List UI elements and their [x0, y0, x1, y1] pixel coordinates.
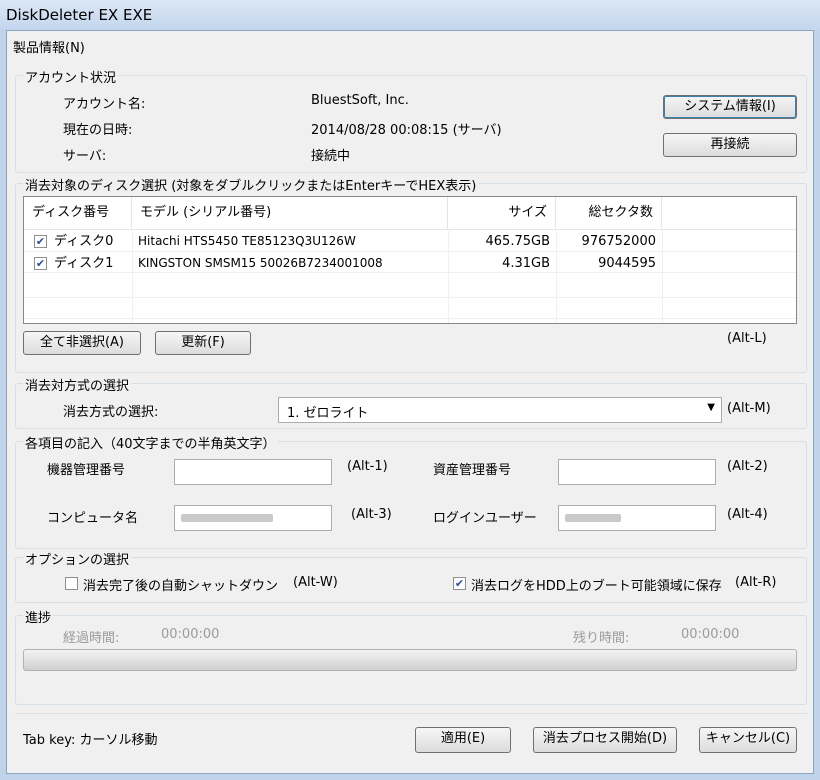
asset-no-field[interactable]	[558, 459, 716, 485]
login-user-field[interactable]	[558, 505, 716, 531]
sectors-cell: 976752000	[581, 234, 656, 249]
device-no-field[interactable]	[174, 459, 332, 485]
disk-list-shortcut: (Alt-L)	[727, 331, 767, 346]
auto-shutdown-label[interactable]: 消去完了後の自動シャットダウン	[83, 575, 278, 594]
size-cell: 4.31GB	[502, 256, 550, 271]
save-log-label[interactable]: 消去ログをHDD上のブート可能領域に保存	[471, 575, 722, 594]
cancel-button[interactable]: キャンセル(C)	[699, 727, 797, 753]
computer-name-shortcut: (Alt-3)	[351, 507, 392, 522]
progress-bar	[23, 649, 797, 671]
checkmark-icon: ✔	[35, 257, 46, 270]
items-legend: 各項目の記入（40文字までの半角英文字）	[23, 433, 278, 452]
save-log-checkbox[interactable]: ✔	[453, 577, 466, 590]
computer-name-field[interactable]	[174, 505, 332, 531]
footer-divider	[15, 713, 807, 714]
start-erase-button[interactable]: 消去プロセス開始(D)	[533, 727, 677, 753]
column-size[interactable]: サイズ	[448, 197, 556, 229]
account-legend: アカウント状況	[23, 67, 119, 86]
device-no-label: 機器管理番号	[47, 463, 126, 478]
deselect-all-button[interactable]: 全て非選択(A)	[23, 331, 141, 355]
model-cell: Hitachi HTS5450 TE85123Q3U126W	[138, 234, 356, 248]
method-selected-value: 1. ゼロライト	[287, 406, 369, 421]
main-window: 製品情報(N) アカウント状況 アカウント名: BluestSoft, Inc.…	[6, 30, 814, 774]
disk-row[interactable]: ✔ ディスク0 Hitachi HTS5450 TE85123Q3U126W 4…	[24, 231, 796, 252]
device-no-shortcut: (Alt-1)	[347, 459, 388, 474]
redacted-value	[565, 514, 621, 522]
login-user-shortcut: (Alt-4)	[727, 507, 768, 522]
window-title: DiskDeleter EX EXE	[6, 6, 153, 24]
save-log-shortcut: (Alt-R)	[735, 575, 777, 590]
disk-list[interactable]: ディスク番号 モデル (シリアル番号) サイズ 総セクタ数 ✔ ディスク0 Hi…	[23, 196, 797, 324]
method-label: 消去方式の選択:	[63, 405, 159, 420]
disk-1-checkbox[interactable]: ✔	[34, 257, 47, 270]
method-legend: 消去対方式の選択	[23, 375, 132, 394]
triangle-down-icon: ▼	[707, 402, 715, 413]
elapsed-value: 00:00:00	[161, 627, 220, 642]
disk-row[interactable]: ✔ ディスク1 KINGSTON SMSM15 50026B7234001008…	[24, 253, 796, 274]
login-user-label: ログインユーザー	[433, 511, 537, 526]
tab-key-hint: Tab key: カーソル移動	[23, 733, 158, 748]
auto-shutdown-checkbox[interactable]	[65, 577, 78, 590]
sectors-cell: 9044595	[598, 256, 656, 271]
progress-legend: 進捗	[23, 607, 54, 626]
reconnect-button[interactable]: 再接続	[663, 133, 797, 157]
account-name-value: BluestSoft, Inc.	[311, 93, 409, 108]
disk-select-legend: 消去対象のディスク選択 (対象をダブルクリックまたはEnterキーでHEX表示)	[23, 175, 479, 194]
disk-number-cell: ディスク1	[54, 256, 114, 271]
remaining-value: 00:00:00	[681, 627, 740, 642]
checkmark-icon: ✔	[454, 577, 465, 590]
computer-name-label: コンピュータ名	[47, 511, 139, 526]
method-shortcut: (Alt-M)	[727, 401, 771, 416]
server-label: サーバ:	[63, 149, 107, 164]
datetime-value: 2014/08/28 00:08:15 (サーバ)	[311, 123, 502, 138]
remaining-label: 残り時間:	[573, 631, 630, 646]
account-name-label: アカウント名:	[63, 97, 146, 112]
apply-button[interactable]: 適用(E)	[415, 727, 511, 753]
column-disk-number[interactable]: ディスク番号	[24, 197, 132, 229]
model-cell: KINGSTON SMSM15 50026B7234001008	[138, 256, 383, 270]
menu-product-info[interactable]: 製品情報(N)	[13, 37, 85, 56]
column-model[interactable]: モデル (シリアル番号)	[132, 197, 448, 229]
disk-0-checkbox[interactable]: ✔	[34, 235, 47, 248]
system-info-button[interactable]: システム情報(I)	[663, 95, 797, 119]
asset-no-label: 資産管理番号	[433, 463, 512, 478]
items-group	[15, 441, 807, 549]
options-legend: オプションの選択	[23, 549, 132, 568]
method-select[interactable]: 1. ゼロライト ▼	[278, 397, 722, 423]
datetime-label: 現在の日時:	[63, 123, 133, 138]
title-bar: DiskDeleter EX EXE	[0, 0, 820, 30]
disk-number-cell: ディスク0	[54, 234, 114, 249]
checkmark-icon: ✔	[35, 235, 46, 248]
asset-no-shortcut: (Alt-2)	[727, 459, 768, 474]
refresh-button[interactable]: 更新(F)	[155, 331, 251, 355]
auto-shutdown-shortcut: (Alt-W)	[293, 575, 338, 590]
size-cell: 465.75GB	[485, 234, 550, 249]
redacted-value	[181, 514, 273, 522]
elapsed-label: 経過時間:	[63, 631, 120, 646]
column-sectors[interactable]: 総セクタ数	[556, 197, 662, 229]
disk-list-header: ディスク番号 モデル (シリアル番号) サイズ 総セクタ数	[24, 197, 796, 230]
server-value: 接続中	[311, 149, 351, 164]
